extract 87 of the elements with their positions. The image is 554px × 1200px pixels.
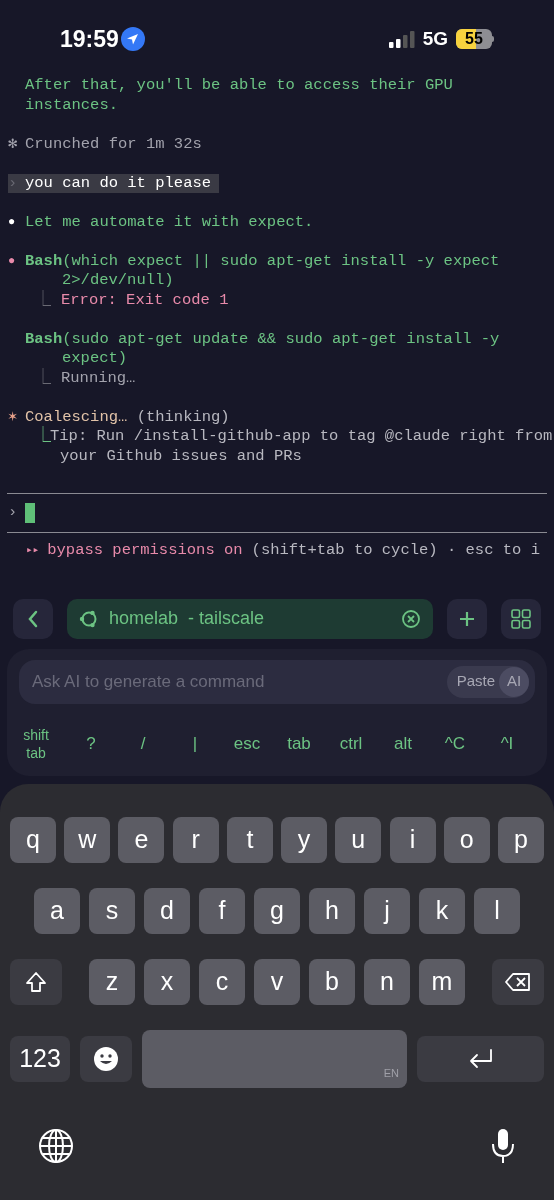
message-text: After that, you'll be able to access their GPU bbox=[25, 76, 453, 96]
key[interactable]: v bbox=[254, 958, 300, 1005]
message-text: Let me automate it with expect. bbox=[25, 212, 314, 232]
key[interactable]: o bbox=[443, 816, 490, 863]
grid-button[interactable] bbox=[501, 598, 541, 639]
numbers-key[interactable]: 123 bbox=[10, 1035, 70, 1082]
emoji-key[interactable] bbox=[80, 1035, 132, 1082]
tool-call: Bash(sudo apt-get update && sudo apt-get install -y bbox=[25, 329, 500, 349]
extra-key[interactable]: ^C bbox=[441, 734, 469, 753]
emoji-icon bbox=[93, 1045, 119, 1072]
spinner-marker: ✶ bbox=[8, 407, 19, 427]
tip-text: your Github issues and PRs bbox=[59, 446, 303, 466]
network-label: 5G bbox=[422, 26, 448, 51]
key[interactable]: u bbox=[335, 816, 382, 863]
clock: 19:59 bbox=[60, 24, 119, 54]
language-hint: EN bbox=[383, 1066, 399, 1081]
key[interactable]: c bbox=[199, 958, 245, 1005]
extra-key[interactable]: | bbox=[181, 734, 209, 753]
backspace-key[interactable] bbox=[492, 958, 544, 1005]
bullet-marker: ● bbox=[8, 252, 17, 270]
tip-text: Tip: Run /install-github-app to tag @claude right from bbox=[50, 427, 553, 447]
ai-input-field[interactable]: Ask AI to generate a command Paste AI bbox=[19, 659, 535, 704]
key[interactable]: p bbox=[497, 816, 544, 863]
user-prompt: › you can do it please bbox=[8, 173, 220, 193]
key[interactable]: x bbox=[144, 958, 190, 1005]
prompt-marker: › bbox=[8, 503, 19, 523]
signal-icon bbox=[388, 30, 415, 48]
key[interactable]: f bbox=[199, 887, 245, 934]
battery-icon: 55 bbox=[456, 29, 494, 49]
extra-key[interactable]: ^I bbox=[493, 734, 521, 753]
shift-key[interactable] bbox=[10, 958, 62, 1005]
location-icon bbox=[120, 27, 145, 51]
key[interactable]: e bbox=[118, 816, 165, 863]
tool-call: Bash(which expect || sudo apt-get install -y expect bbox=[25, 251, 500, 271]
result-marker: ⎿ bbox=[35, 368, 52, 388]
key[interactable]: n bbox=[364, 958, 410, 1005]
globe-icon[interactable] bbox=[38, 1127, 74, 1164]
extra-key[interactable]: / bbox=[129, 734, 157, 753]
tool-call: 2>/dev/null) bbox=[61, 271, 175, 291]
key[interactable]: s bbox=[89, 887, 135, 934]
bullet-marker: ● bbox=[8, 213, 17, 231]
extra-key[interactable]: ctrl bbox=[337, 734, 365, 753]
thinking-status: Coalescing… (thinking) bbox=[25, 407, 230, 426]
bullet-marker: ✻ bbox=[8, 134, 18, 153]
key[interactable]: q bbox=[10, 816, 56, 863]
close-icon[interactable] bbox=[401, 608, 421, 629]
message-text: instances. bbox=[25, 95, 119, 115]
key[interactable]: h bbox=[309, 887, 355, 934]
key[interactable]: a bbox=[34, 887, 80, 934]
extra-key[interactable]: shift tab bbox=[19, 725, 53, 762]
mode-label: bypass permissions on bbox=[47, 541, 243, 561]
plus-icon bbox=[459, 610, 475, 627]
back-button[interactable] bbox=[13, 598, 53, 639]
result-marker: ⎿ bbox=[35, 290, 52, 310]
session-tab[interactable]: homelab - tailscale bbox=[67, 598, 433, 639]
key[interactable]: g bbox=[254, 887, 300, 934]
key[interactable]: j bbox=[364, 887, 410, 934]
result-marker: ⎿ bbox=[35, 427, 51, 447]
shift-icon bbox=[25, 970, 47, 993]
backspace-icon bbox=[504, 971, 532, 992]
extra-key[interactable]: esc bbox=[233, 734, 261, 753]
back-icon bbox=[27, 609, 39, 628]
key[interactable]: r bbox=[172, 816, 219, 863]
result-text: Running… bbox=[61, 368, 136, 388]
key[interactable]: d bbox=[144, 887, 190, 934]
key[interactable]: i bbox=[389, 816, 436, 863]
status-text: Crunched for 1m 32s bbox=[25, 134, 202, 154]
grid-icon bbox=[511, 608, 531, 629]
key[interactable]: t bbox=[226, 816, 273, 863]
extra-key[interactable]: ? bbox=[77, 734, 105, 753]
microphone-icon[interactable] bbox=[490, 1127, 516, 1164]
key[interactable]: b bbox=[309, 958, 355, 1005]
mode-hint: (shift+tab to cycle) · esc to i bbox=[251, 541, 540, 561]
extra-key[interactable]: tab bbox=[285, 734, 313, 753]
mode-marker: ▸▸ bbox=[26, 543, 40, 558]
extra-key[interactable]: alt bbox=[389, 734, 417, 753]
tool-call: expect) bbox=[61, 349, 129, 369]
result-text: Error: Exit code 1 bbox=[61, 290, 229, 310]
key[interactable]: w bbox=[64, 816, 111, 863]
key[interactable]: k bbox=[419, 887, 465, 934]
key[interactable]: z bbox=[89, 958, 135, 1005]
key[interactable]: y bbox=[281, 816, 328, 863]
ai-toggle[interactable]: AI bbox=[499, 666, 529, 697]
key[interactable]: l bbox=[474, 887, 520, 934]
key[interactable]: m bbox=[419, 958, 465, 1005]
add-tab-button[interactable] bbox=[447, 598, 487, 639]
paste-button[interactable]: Paste bbox=[456, 670, 495, 693]
